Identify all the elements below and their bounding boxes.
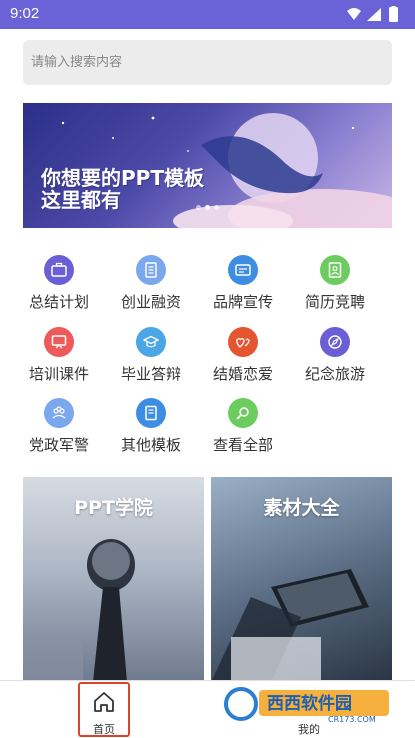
category-label: 品牌宣传 <box>212 293 273 311</box>
category-label: 创业融资 <box>120 293 181 311</box>
search-circle-icon <box>228 398 258 428</box>
category-other[interactable]: 其他模板 <box>111 398 191 458</box>
category-travel[interactable]: 纪念旅游 <box>295 327 375 387</box>
compass-icon <box>320 327 350 357</box>
presentation-icon <box>44 327 74 357</box>
category-resume[interactable]: 简历竞聘 <box>295 255 375 315</box>
category-wedding[interactable]: 结婚恋爱 <box>203 327 283 387</box>
id-card-icon <box>228 255 258 285</box>
search-bar[interactable] <box>23 40 392 85</box>
watermark-logo: 西西软件园 CR173.COM <box>224 687 389 724</box>
category-brand-promo[interactable]: 品牌宣传 <box>203 255 283 315</box>
category-label: 简历竞聘 <box>304 293 365 311</box>
signal-icon <box>367 8 381 21</box>
search-input[interactable] <box>23 40 392 85</box>
nav-home-label: 首页 <box>93 723 115 736</box>
banner-dot[interactable] <box>196 205 201 210</box>
card-materials[interactable]: 素材大全 <box>211 477 392 682</box>
card-ppt-academy[interactable]: PPT学院 <box>23 477 204 682</box>
graduation-cap-icon <box>136 327 166 357</box>
category-summary-plan[interactable]: 总结计划 <box>19 255 99 315</box>
category-graduation[interactable]: 毕业答辩 <box>111 327 191 387</box>
category-training[interactable]: 培训课件 <box>19 327 99 387</box>
battery-icon <box>389 7 398 22</box>
home-icon <box>94 692 114 712</box>
category-label: 党政军警 <box>28 436 89 454</box>
people-icon <box>44 398 74 428</box>
watermark-domain: CR173.COM <box>328 715 376 724</box>
book-icon <box>136 398 166 428</box>
wifi-icon <box>347 8 361 20</box>
category-startup-finance[interactable]: 创业融资 <box>111 255 191 315</box>
banner-line-1: 你想要的PPT模板 <box>41 166 204 190</box>
promo-banner[interactable]: 你想要的PPT模板 这里都有 <box>23 103 392 228</box>
card-title: PPT学院 <box>74 497 153 519</box>
banner-dot[interactable] <box>214 205 219 210</box>
category-label: 总结计划 <box>28 293 89 311</box>
category-label: 纪念旅游 <box>304 365 365 383</box>
banner-pagination <box>23 195 392 214</box>
category-label: 结婚恋爱 <box>212 365 273 383</box>
category-label: 其他模板 <box>120 436 181 454</box>
category-view-all[interactable]: 查看全部 <box>203 398 283 458</box>
category-government[interactable]: 党政军警 <box>19 398 99 458</box>
status-time: 9:02 <box>10 5 40 22</box>
nav-home-tab[interactable]: 首页 <box>78 682 130 737</box>
hearts-icon <box>228 327 258 357</box>
watermark-brand: 西西软件园 <box>267 693 352 714</box>
banner-dot-active[interactable] <box>205 205 210 210</box>
document-icon <box>136 255 166 285</box>
category-label: 毕业答辩 <box>120 365 181 383</box>
category-label: 查看全部 <box>212 436 273 454</box>
briefcase-icon <box>44 255 74 285</box>
resume-icon <box>320 255 350 285</box>
category-label: 培训课件 <box>28 365 89 383</box>
status-bar: 9:02 <box>0 0 415 29</box>
card-title: 素材大全 <box>263 497 340 519</box>
status-icons <box>347 6 398 22</box>
